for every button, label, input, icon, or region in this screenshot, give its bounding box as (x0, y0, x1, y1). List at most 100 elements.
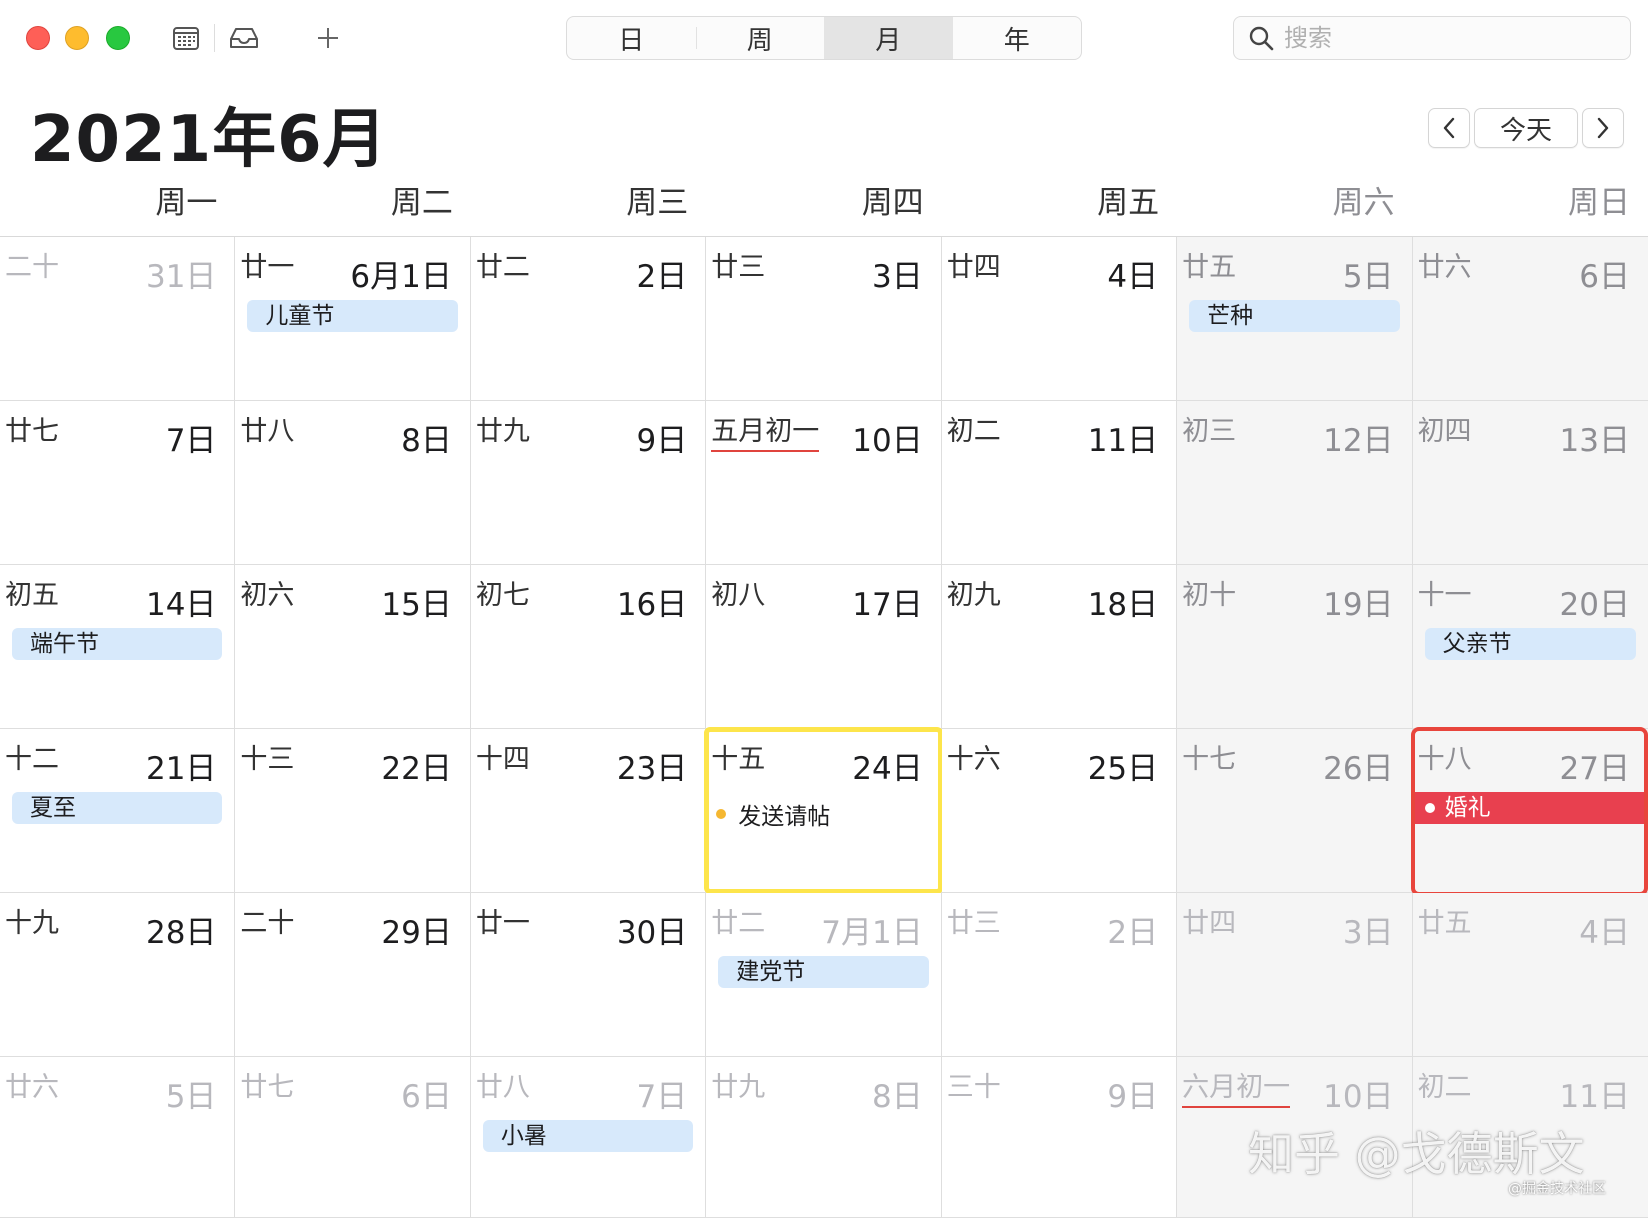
calendar-event[interactable]: 发送请帖 (716, 797, 830, 831)
selected-event[interactable]: 婚礼 (1412, 792, 1648, 824)
lunar-date: 初四 (1417, 416, 1472, 447)
day-cell[interactable]: 十三 22日 (235, 729, 471, 893)
day-number: 2日 (1107, 915, 1159, 951)
holiday-event[interactable]: 儿童节 (247, 300, 458, 332)
day-cell[interactable]: 廿三 2日 (941, 893, 1178, 1057)
day-cell[interactable]: 廿六 6日 (1412, 237, 1648, 401)
close-window-button[interactable] (26, 26, 50, 50)
day-cell[interactable]: 廿六 5日 (0, 1057, 236, 1218)
day-cell[interactable]: 十一 20日 父亲节 (1412, 565, 1648, 729)
calendars-list-icon[interactable] (170, 22, 202, 54)
day-number: 11日 (1559, 1079, 1630, 1115)
day-cell[interactable]: 廿二 7月1日 建党节 (706, 893, 942, 1057)
day-number: 3日 (871, 259, 923, 295)
view-switcher: 日 周 月 年 (566, 16, 1082, 60)
day-number: 30日 (616, 915, 688, 951)
day-cell[interactable]: 廿四 4日 (941, 237, 1178, 401)
view-month-tab[interactable]: 月 (824, 17, 953, 59)
day-cell[interactable]: 十八 27日 婚礼 (1410, 727, 1648, 896)
day-number: 24日 (852, 751, 923, 787)
view-day-tab[interactable]: 日 (567, 17, 696, 59)
day-cell[interactable]: 廿七 7日 (0, 401, 236, 565)
minimize-window-button[interactable] (65, 26, 89, 50)
holiday-event[interactable]: 芒种 (1189, 300, 1400, 332)
day-cell[interactable]: 十六 25日 (941, 729, 1178, 893)
month-navigation: 今天 (1428, 108, 1624, 148)
day-cell[interactable]: 二十 29日 (235, 893, 471, 1057)
day-cell[interactable]: 三十 9日 (941, 1057, 1178, 1218)
today-button[interactable]: 今天 (1474, 108, 1578, 148)
view-week-tab[interactable]: 周 (695, 17, 825, 59)
lunar-date: 初十 (1182, 580, 1237, 611)
holiday-event[interactable]: 端午节 (12, 628, 223, 660)
day-number: 11日 (1087, 423, 1159, 459)
lunar-date: 十六 (946, 744, 1001, 775)
day-cell[interactable]: 初五 14日 端午节 (0, 565, 236, 729)
lunar-date: 初五 (5, 580, 59, 611)
lunar-date: 十四 (475, 744, 530, 775)
day-cell[interactable]: 廿八 7日 小暑 (470, 1057, 707, 1218)
lunar-date: 廿四 (946, 252, 1001, 283)
next-month-button[interactable] (1582, 108, 1624, 148)
calendar-window: 日 周 月 年 2021年6月 今天 周一 周二 周三 周四 (0, 0, 1648, 1218)
day-cell[interactable]: 廿四 3日 (1177, 893, 1413, 1057)
holiday-event[interactable]: 夏至 (12, 792, 223, 824)
day-cell[interactable]: 二十 31日 (0, 237, 236, 401)
day-cell[interactable]: 廿五 5日 芒种 (1177, 237, 1413, 401)
lunar-date: 廿二 (475, 252, 530, 283)
weekday-label: 周四 (861, 185, 924, 221)
day-cell[interactable]: 廿一 6月1日 儿童节 (235, 237, 471, 401)
day-cell[interactable]: 十二 21日 夏至 (0, 729, 236, 893)
inbox-icon[interactable] (228, 22, 260, 54)
previous-month-button[interactable] (1428, 108, 1470, 148)
day-cell[interactable]: 十五 24日 发送请帖 (704, 727, 943, 894)
day-cell[interactable]: 十九 28日 (0, 893, 236, 1057)
day-number: 22日 (381, 751, 452, 787)
day-cell[interactable]: 廿八 8日 (235, 401, 471, 565)
day-cell[interactable]: 初十 19日 (1177, 565, 1413, 729)
day-cell[interactable]: 五月初一 10日 (706, 401, 942, 565)
lunar-date: 廿四 (1182, 908, 1237, 939)
lunar-date: 廿一 (240, 252, 295, 283)
day-cell[interactable]: 十四 23日 (470, 729, 707, 893)
day-cell[interactable]: 初六 15日 (235, 565, 471, 729)
holiday-event[interactable]: 建党节 (718, 956, 929, 988)
day-cell[interactable]: 初七 16日 (470, 565, 707, 729)
day-number: 18日 (1087, 587, 1159, 623)
day-number: 6日 (1579, 259, 1630, 295)
day-number: 31日 (145, 259, 217, 295)
day-number: 6日 (401, 1079, 452, 1115)
lunar-date: 十八 (1417, 744, 1472, 775)
day-cell[interactable]: 初四 13日 (1412, 401, 1648, 565)
lunar-date: 初六 (240, 580, 295, 611)
day-cell[interactable]: 廿三 3日 (706, 237, 942, 401)
day-cell[interactable]: 初九 18日 (941, 565, 1178, 729)
day-cell[interactable]: 廿七 6日 (235, 1057, 471, 1218)
day-number: 17日 (852, 587, 923, 623)
day-cell[interactable]: 初三 12日 (1177, 401, 1413, 565)
day-cell[interactable]: 廿五 4日 (1412, 893, 1648, 1057)
lunar-date: 廿九 (711, 1072, 766, 1103)
view-year-tab[interactable]: 年 (953, 17, 1082, 59)
lunar-date: 廿八 (475, 1072, 530, 1103)
holiday-event[interactable]: 父亲节 (1424, 628, 1636, 660)
zoom-window-button[interactable] (106, 26, 130, 50)
search-icon (1246, 23, 1276, 53)
lunar-date: 六月初一 (1182, 1065, 1291, 1108)
search-input[interactable] (1282, 23, 1606, 53)
chevron-left-icon (1443, 117, 1455, 139)
add-event-icon[interactable] (312, 22, 344, 54)
day-cell[interactable]: 十七 26日 (1177, 729, 1413, 893)
day-cell[interactable]: 廿九 8日 (706, 1057, 942, 1218)
lunar-date: 十九 (5, 908, 59, 939)
lunar-date: 廿六 (1417, 252, 1472, 283)
day-cell[interactable]: 初八 17日 (706, 565, 942, 729)
lunar-date: 廿三 (711, 252, 766, 283)
holiday-event[interactable]: 小暑 (482, 1120, 694, 1152)
day-cell[interactable]: 廿一 30日 (470, 893, 707, 1057)
day-number: 28日 (145, 915, 217, 951)
day-cell[interactable]: 初二 11日 (941, 401, 1178, 565)
weekday-label: 周日 (1567, 185, 1630, 221)
day-cell[interactable]: 廿二 2日 (470, 237, 707, 401)
day-cell[interactable]: 廿九 9日 (470, 401, 707, 565)
